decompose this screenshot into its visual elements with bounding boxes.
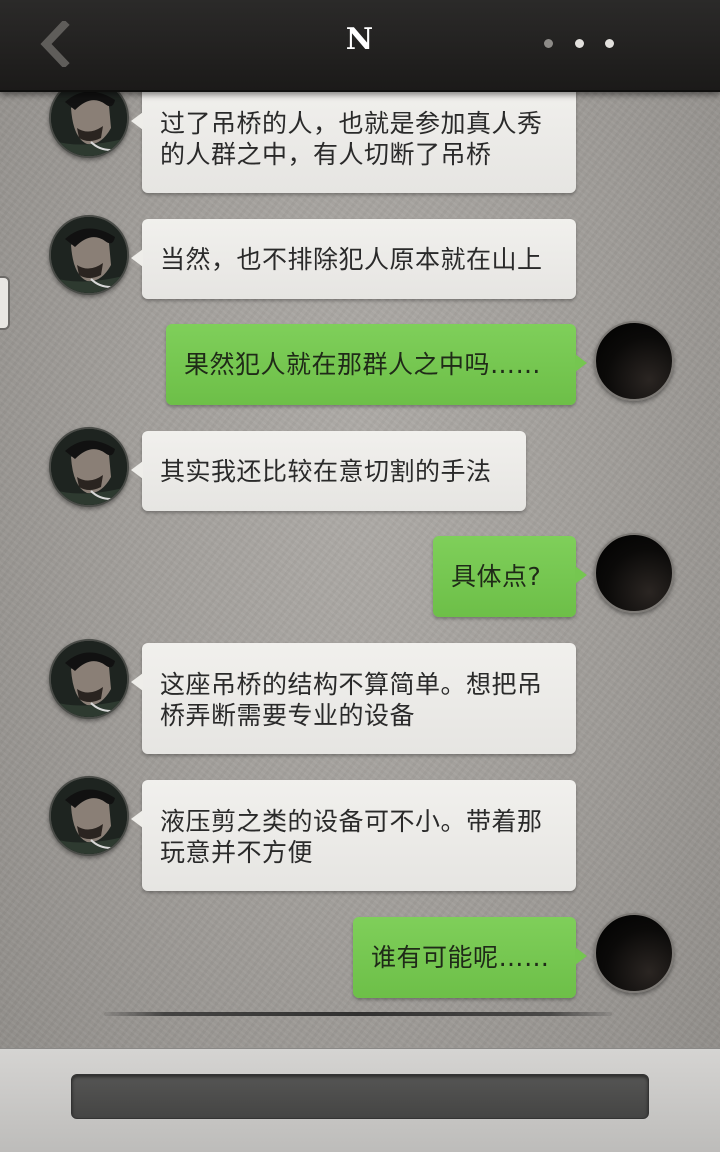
outgoing-message-bubble: 具体点? xyxy=(433,536,587,617)
incoming-message-bubble: 这座吊桥的结构不算简单。想把吊桥弄断需要专业的设备 xyxy=(131,643,576,754)
outgoing-message-bubble: 果然犯人就在那群人之中吗…… xyxy=(166,324,587,405)
contact-avatar[interactable] xyxy=(49,776,129,856)
user-avatar[interactable] xyxy=(594,913,674,993)
more-dot-icon xyxy=(544,38,553,48)
chat-screen: N 过了吊桥的人，也就是参加真人秀的人群之中，有人切断了吊桥 当然，也不排除犯人… xyxy=(0,0,720,1152)
incoming-message-bubble: 其实我还比较在意切割的手法 xyxy=(131,431,526,511)
contact-avatar[interactable] xyxy=(49,215,129,295)
divider-line xyxy=(104,1012,612,1016)
incoming-message-bubble: 过了吊桥的人，也就是参加真人秀的人群之中，有人切断了吊桥 xyxy=(131,82,576,193)
message-input[interactable] xyxy=(71,1074,649,1119)
contact-portrait-icon xyxy=(51,641,127,717)
bottom-bar xyxy=(0,1048,720,1152)
more-dot-icon xyxy=(605,38,614,48)
outgoing-message-bubble: 谁有可能呢…… xyxy=(353,917,587,998)
incoming-message-bubble: 当然，也不排除犯人原本就在山上 xyxy=(131,219,576,299)
user-avatar[interactable] xyxy=(594,533,674,613)
contact-avatar[interactable] xyxy=(49,639,129,719)
contact-portrait-icon xyxy=(51,778,127,854)
contact-portrait-icon xyxy=(51,217,127,293)
more-options-button[interactable] xyxy=(544,32,614,54)
user-avatar[interactable] xyxy=(594,321,674,401)
contact-portrait-icon xyxy=(51,429,127,505)
top-bar: N xyxy=(0,0,720,92)
contact-avatar[interactable] xyxy=(49,427,129,507)
side-drawer-handle[interactable] xyxy=(0,276,10,330)
more-dot-icon xyxy=(574,38,584,48)
incoming-message-bubble: 液压剪之类的设备可不小。带着那玩意并不方便 xyxy=(131,780,576,891)
